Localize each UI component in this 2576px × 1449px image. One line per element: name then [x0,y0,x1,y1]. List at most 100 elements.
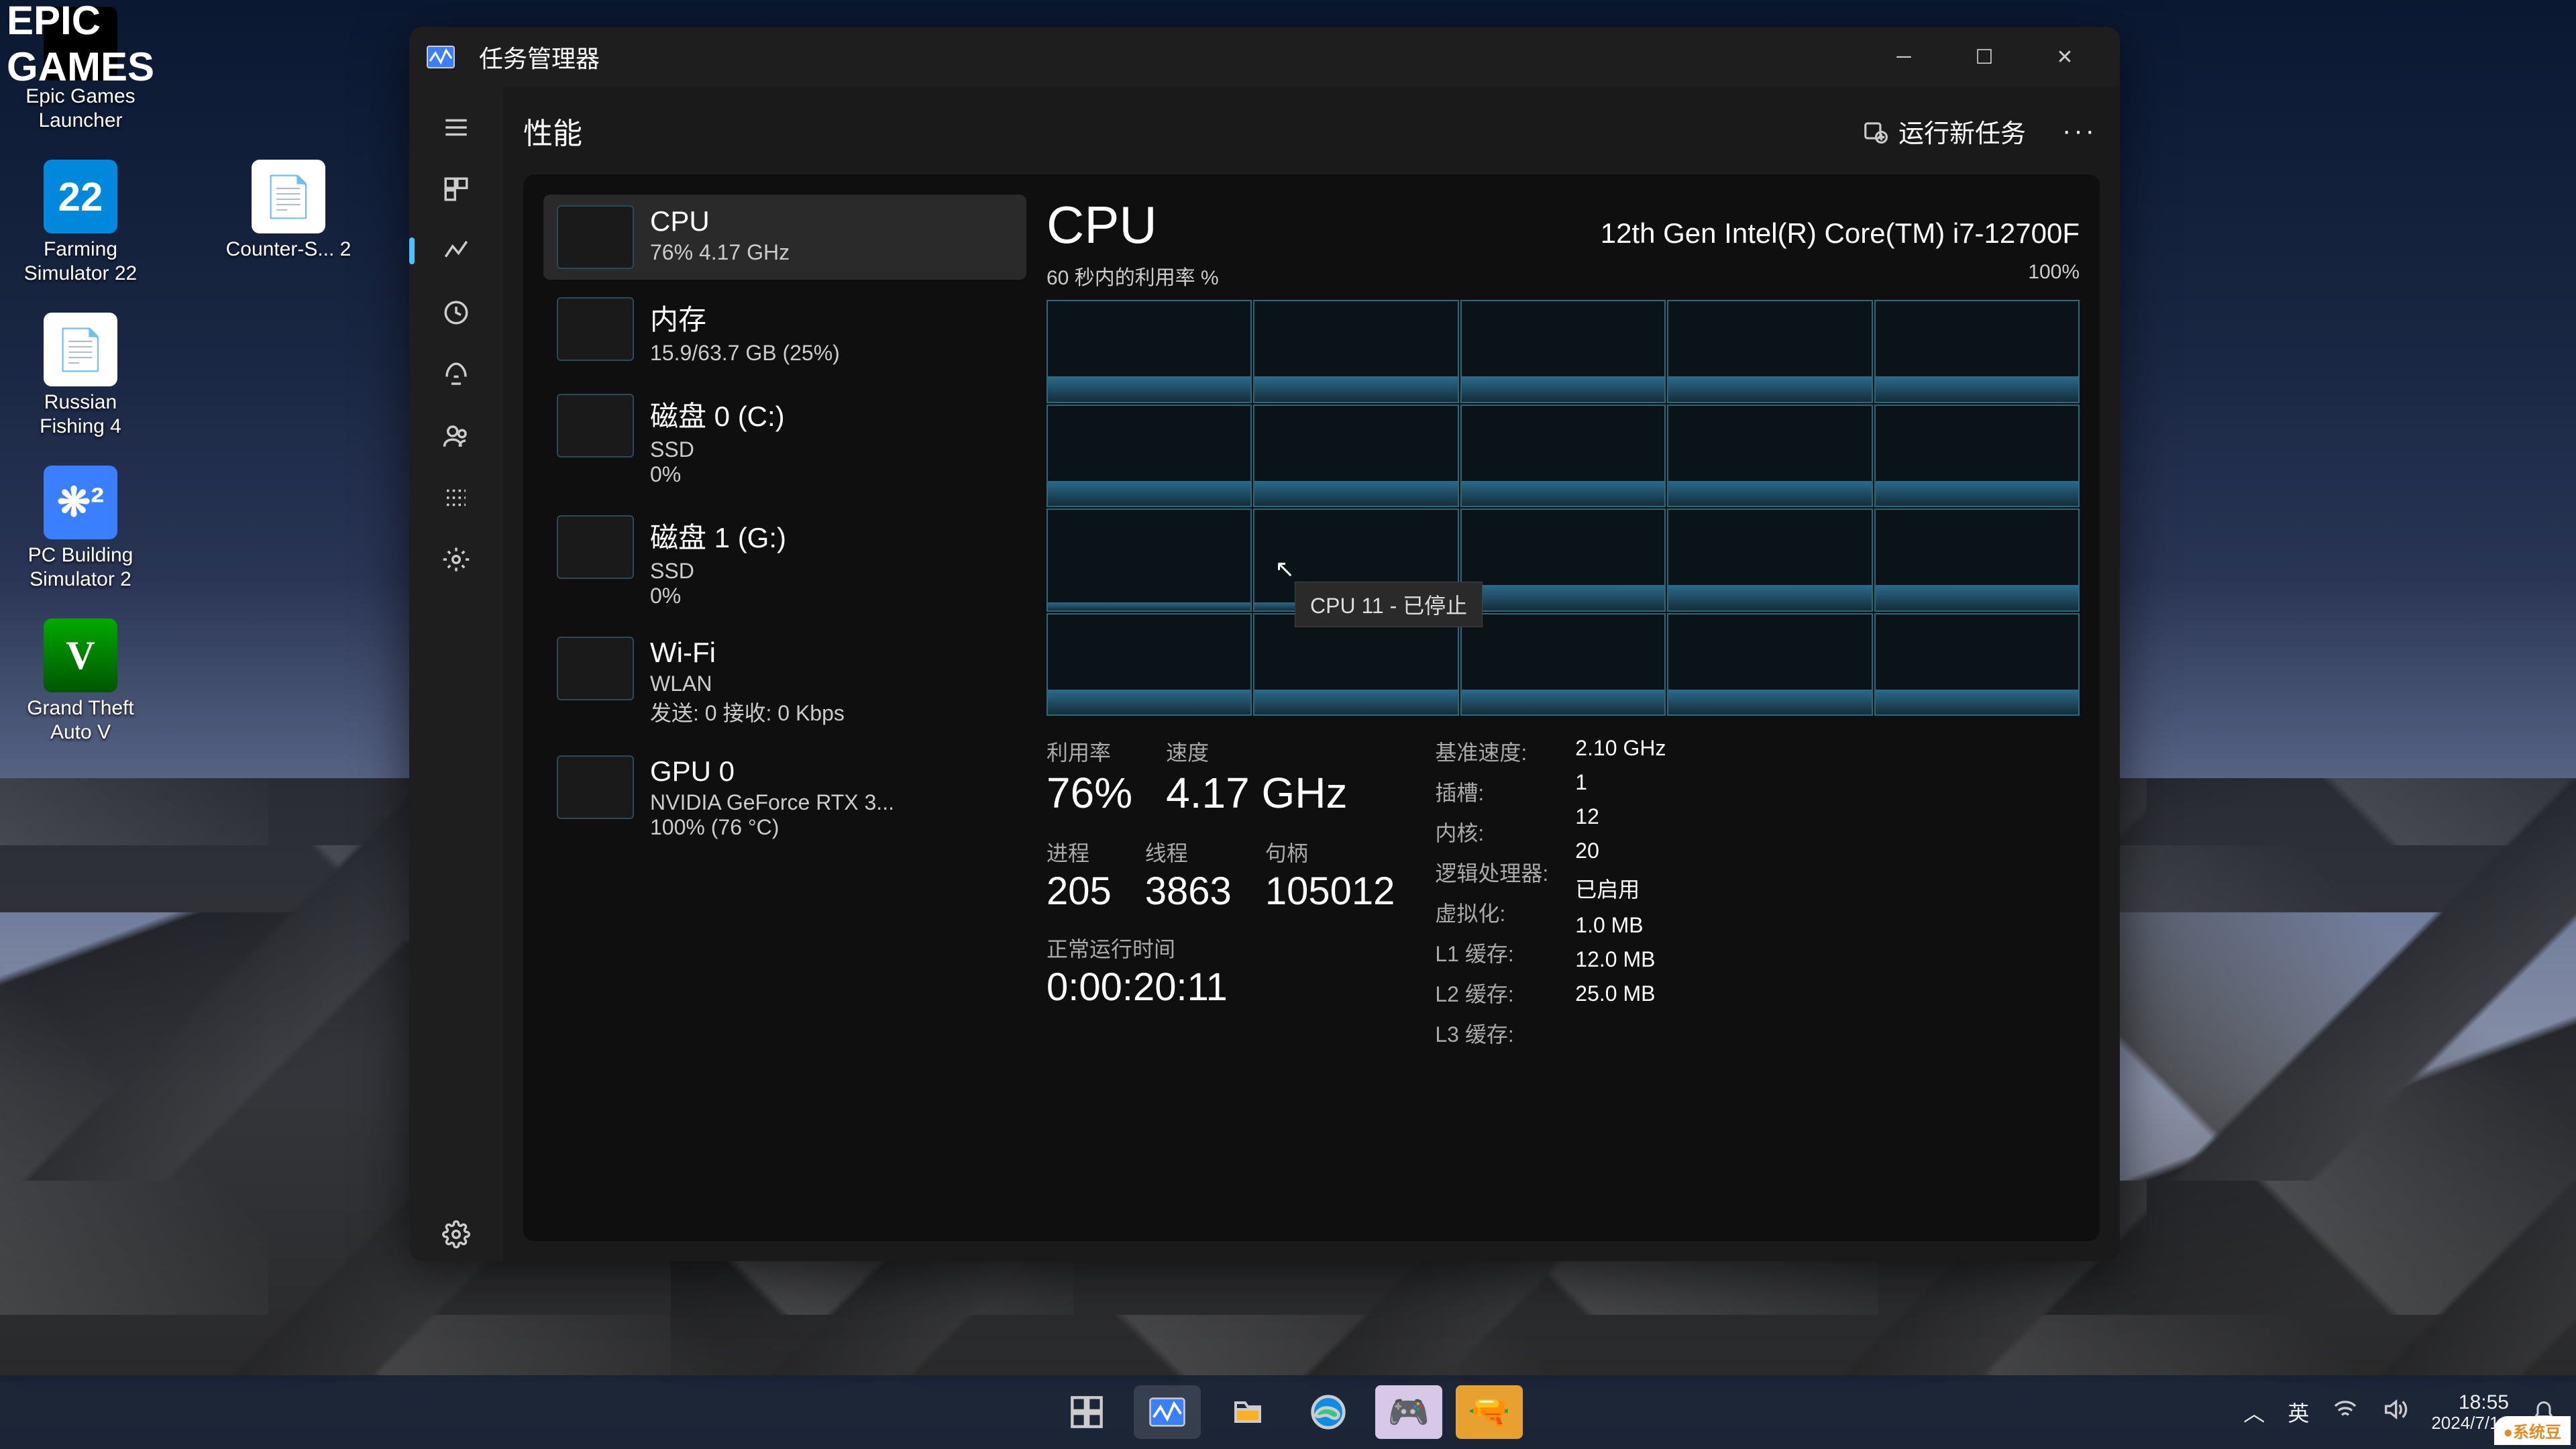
graph-max: 100% [2028,261,2080,290]
window-title: 任务管理器 [479,40,600,74]
thread-label: 线程 [1145,837,1232,867]
thread-value: 3863 [1145,869,1232,914]
sidebar-menu-toggle[interactable] [429,101,483,154]
more-button[interactable]: ··· [2059,116,2100,146]
proc-value: 205 [1046,869,1112,914]
taskbar-explorer[interactable] [1214,1385,1281,1439]
perf-title: 磁盘 1 (G:) [650,515,786,556]
perf-title: CPU [650,205,790,237]
sidebar-performance[interactable] [429,224,483,278]
desktop-icon-fs22[interactable]: 22 Farming Simulator 22 [13,160,148,286]
util-value: 76% [1046,768,1132,818]
perf-title: GPU 0 [650,755,894,788]
performance-list: CPU 76% 4.17 GHz 内存 15.9/63.7 GB (25%) [543,195,1026,1221]
epic-icon: EPIC GAMES [44,7,117,80]
desktop-icon-label: Farming Simulator 22 [13,237,148,286]
perf-sub: 76% 4.17 GHz [650,240,790,265]
perf-title: 磁盘 0 (C:) [650,394,785,435]
util-label: 利用率 [1046,736,1132,767]
perf-item-cpu[interactable]: CPU 76% 4.17 GHz [543,195,1026,280]
desktop-icon-epic[interactable]: EPIC GAMES Epic Games Launcher [13,7,148,133]
perf-detail: CPU 12th Gen Intel(R) Core(TM) i7-12700F… [1046,195,2080,1221]
fs22-icon: 22 [44,160,117,233]
taskbar-taskmgr[interactable] [1134,1385,1201,1439]
sidebar-services[interactable] [429,533,483,586]
handle-label: 句柄 [1265,837,1395,867]
perf-sub: NVIDIA GeForce RTX 3... [650,790,894,815]
run-task-icon [1862,118,1888,144]
info-keys: 基准速度:插槽: 内核:逻辑处理器: 虚拟化:L1 缓存: L2 缓存:L3 缓… [1435,736,1548,1049]
desktop-icon-label: PC Building Simulator 2 [13,543,148,592]
taskbar-app1[interactable]: 🎮 [1375,1385,1442,1439]
perf-item-gpu0[interactable]: GPU 0 NVIDIA GeForce RTX 3... 100% (76 °… [543,745,1026,851]
taskbar-edge[interactable] [1295,1385,1362,1439]
detail-title: CPU [1046,195,1157,256]
perf-sub: SSD [650,437,785,462]
perf-sub: 15.9/63.7 GB (25%) [650,341,840,366]
perf-sub: SSD [650,559,786,584]
perf-thumb [557,297,634,361]
perf-item-memory[interactable]: 内存 15.9/63.7 GB (25%) [543,286,1026,376]
tray-chevron-icon[interactable]: ︿ [2243,1397,2265,1428]
perf-sub2: 100% (76 °C) [650,815,894,840]
desktop-icon-gtav[interactable]: V Grand Theft Auto V [13,619,148,745]
sidebar-details[interactable] [429,471,483,525]
cpu-model: 12th Gen Intel(R) Core(TM) i7-12700F [1601,217,2080,250]
sidebar-users[interactable] [429,409,483,463]
perf-thumb [557,394,634,458]
maximize-button[interactable]: ☐ [1944,34,2025,80]
perf-thumb [557,637,634,700]
taskbar-app2[interactable]: 🔫 [1456,1385,1523,1439]
time: 18:55 [2431,1391,2509,1413]
volume-icon[interactable] [2381,1396,2408,1428]
desktop-icons: EPIC GAMES Epic Games Launcher 22 Farmin… [13,7,356,745]
perf-title: Wi-Fi [650,637,845,669]
sidebar-history[interactable] [429,286,483,339]
watermark: ●系统豆 [2494,1416,2571,1445]
sidebar-processes[interactable] [429,162,483,216]
run-task-button[interactable]: 运行新任务 [1849,106,2039,156]
desktop-icon-label: Epic Games Launcher [13,85,148,133]
wifi-icon[interactable] [2332,1396,2359,1428]
perf-title: 内存 [650,297,840,338]
taskmgr-icon [424,44,458,70]
proc-label: 进程 [1046,837,1112,867]
taskbar-center: 🎮 🔫 [1053,1385,1523,1439]
gtav-icon: V [44,619,117,692]
perf-thumb [557,515,634,579]
minimize-button[interactable]: ─ [1864,34,1944,80]
page-title: 性能 [523,109,582,152]
close-button[interactable]: ✕ [2025,34,2105,80]
sidebar [409,87,503,1261]
perf-sub2: 发送: 0 接收: 0 Kbps [650,696,845,727]
perf-item-disk0[interactable]: 磁盘 0 (C:) SSD 0% [543,383,1026,498]
info-values: 2.10 GHz1 1220 已启用1.0 MB 12.0 MB25.0 MB [1575,736,1666,1049]
file-icon: 📄 [252,160,325,233]
sidebar-startup[interactable] [429,347,483,401]
start-button[interactable] [1053,1385,1120,1439]
perf-item-wifi[interactable]: Wi-Fi WLAN 发送: 0 接收: 0 Kbps [543,626,1026,738]
perf-sub2: 0% [650,462,785,487]
speed-label: 速度 [1166,736,1347,767]
run-task-label: 运行新任务 [1898,113,2026,150]
ime-indicator[interactable]: 英 [2288,1397,2309,1428]
sidebar-settings[interactable] [429,1208,483,1261]
desktop-icon-label: Grand Theft Auto V [13,696,148,745]
task-manager-window: 任务管理器 ─ ☐ ✕ 性能 运行新任务 [409,27,2120,1261]
desktop-icon-label: Counter-S... 2 [226,237,352,262]
file-icon: 📄 [44,313,117,386]
core-tooltip: CPU 11 - 已停止 [1295,582,1483,627]
desktop-icon-rf4[interactable]: 📄 Russian Fishing 4 [13,313,148,439]
perf-sub2: 0% [650,584,786,608]
perf-thumb [557,205,634,269]
perf-item-disk1[interactable]: 磁盘 1 (G:) SSD 0% [543,504,1026,619]
content-header: 性能 运行新任务 ··· [523,87,2100,174]
uptime-value: 0:00:20:11 [1046,965,1395,1010]
pcbs-icon: ❋² [44,466,117,539]
taskbar: 🎮 🔫 ︿ 英 18:55 2024/7/14 ●系统豆 [0,1375,2576,1449]
cpu-core-grid[interactable]: ↖ CPU 11 - 已停止 [1046,300,2080,716]
titlebar[interactable]: 任务管理器 ─ ☐ ✕ [409,27,2120,87]
perf-thumb [557,755,634,819]
desktop-icon-pcbs2[interactable]: ❋² PC Building Simulator 2 [13,466,148,592]
desktop-icon-cs2[interactable]: 📄 Counter-S... 2 [221,160,356,286]
